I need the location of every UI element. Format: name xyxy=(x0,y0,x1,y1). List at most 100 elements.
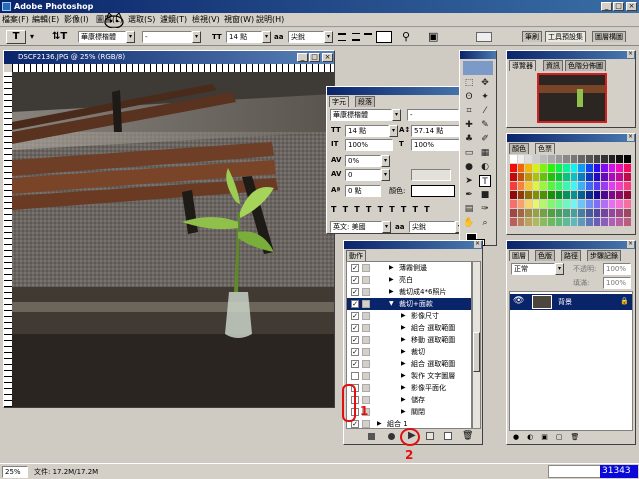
action-check-icon[interactable]: ✓ xyxy=(351,336,359,344)
color-swatch[interactable] xyxy=(555,182,563,190)
color-swatch[interactable] xyxy=(532,218,540,226)
action-modal-toggle[interactable] xyxy=(362,264,370,272)
color-swatch[interactable] xyxy=(608,155,616,163)
action-modal-toggle[interactable] xyxy=(362,324,370,332)
char-font-field[interactable]: 華康標楷體 xyxy=(330,109,392,121)
color-swatch[interactable] xyxy=(555,200,563,208)
tab-channels[interactable]: 色版 xyxy=(535,250,555,261)
color-swatch[interactable] xyxy=(517,218,525,226)
color-swatch[interactable] xyxy=(624,218,631,226)
eraser-tool-icon[interactable]: ▭ xyxy=(463,147,475,159)
color-swatch[interactable] xyxy=(510,182,517,190)
color-swatch[interactable] xyxy=(548,200,555,208)
pen-tool-icon[interactable]: ✒ xyxy=(463,189,475,201)
doc-maximize-button[interactable]: □ xyxy=(309,53,320,62)
font-size-field[interactable]: 14 點 xyxy=(226,31,262,43)
color-swatch[interactable] xyxy=(578,182,585,190)
collapsed-arrow-icon[interactable]: ▶ xyxy=(389,286,394,298)
blend-mode-dropdown[interactable]: ▾ xyxy=(555,263,564,275)
doc-minimize-button[interactable]: _ xyxy=(297,53,308,62)
color-swatch[interactable] xyxy=(563,182,570,190)
color-swatch[interactable] xyxy=(563,155,570,163)
orientation-icon[interactable]: ⇅T xyxy=(52,31,67,42)
align-left-icon[interactable] xyxy=(338,33,346,41)
color-swatch[interactable] xyxy=(593,200,601,208)
color-swatch[interactable] xyxy=(586,218,593,226)
color-swatch[interactable] xyxy=(608,200,616,208)
maximize-button[interactable]: □ xyxy=(613,2,624,11)
color-swatch[interactable] xyxy=(532,209,540,217)
move-tool-icon[interactable]: ✥ xyxy=(479,77,491,89)
clone-stamp-icon[interactable]: ♣ xyxy=(463,133,475,145)
color-swatch[interactable] xyxy=(608,182,616,190)
char-antialias-field[interactable]: 尖銳 xyxy=(409,221,455,233)
action-modal-toggle[interactable] xyxy=(362,372,370,380)
action-row[interactable]: ✓ ▶ 裁切成4*6照片 xyxy=(347,286,471,298)
color-swatch[interactable] xyxy=(578,209,585,217)
tab-brushes[interactable]: 筆刷 xyxy=(522,31,542,42)
path-select-icon[interactable]: ➤ xyxy=(463,175,475,187)
menu-select[interactable]: 選取(S) xyxy=(128,14,155,26)
swatches-close-icon[interactable]: × xyxy=(627,134,634,141)
char-size-field[interactable]: 14 點 xyxy=(345,125,389,137)
tab-paths[interactable]: 路徑 xyxy=(561,250,581,261)
color-swatch[interactable] xyxy=(548,209,555,217)
color-swatch[interactable] xyxy=(616,218,623,226)
color-swatch[interactable] xyxy=(540,173,547,181)
kerning-field[interactable]: 0 xyxy=(345,169,381,181)
trash-icon[interactable]: 🗑 xyxy=(462,431,473,441)
history-brush-icon[interactable]: ✐ xyxy=(479,133,491,145)
color-swatch[interactable] xyxy=(601,218,608,226)
color-swatch[interactable] xyxy=(593,218,601,226)
color-swatch[interactable] xyxy=(563,218,570,226)
color-swatch[interactable] xyxy=(570,209,578,217)
color-swatch[interactable] xyxy=(570,164,578,172)
actions-scrollbar[interactable] xyxy=(472,261,481,429)
action-modal-toggle[interactable] xyxy=(362,384,370,392)
tab-info[interactable]: 資訊 xyxy=(543,60,563,71)
color-swatch[interactable] xyxy=(616,182,623,190)
color-swatch[interactable] xyxy=(563,200,570,208)
hand-tool-icon[interactable]: ✋ xyxy=(463,217,475,229)
action-row[interactable]: ✓ ▼ 裁切+面款 xyxy=(347,298,471,310)
action-check-icon[interactable]: ✓ xyxy=(351,324,359,332)
color-swatch[interactable] xyxy=(586,164,593,172)
action-row[interactable]: ✓ ▶ 組合 選取範圍 xyxy=(347,358,471,370)
color-swatch[interactable] xyxy=(555,155,563,163)
color-swatch[interactable] xyxy=(616,191,623,199)
photo-canvas[interactable] xyxy=(12,72,334,407)
collapsed-arrow-icon[interactable]: ▶ xyxy=(389,274,394,286)
antialias-field[interactable]: 尖銳 xyxy=(288,31,324,43)
color-swatch[interactable] xyxy=(548,164,555,172)
action-check-icon[interactable] xyxy=(351,372,359,380)
color-swatch[interactable] xyxy=(586,182,593,190)
notes-tool-icon[interactable]: ▤ xyxy=(463,203,475,215)
color-swatch[interactable] xyxy=(548,218,555,226)
color-swatch[interactable] xyxy=(616,200,623,208)
tool-dropdown-icon[interactable]: ▾ xyxy=(30,32,34,41)
tab-layer-comps[interactable]: 圖層構圖 xyxy=(592,31,626,42)
collapsed-arrow-icon[interactable]: ▶ xyxy=(377,418,382,428)
tab-layers[interactable]: 圖層 xyxy=(509,250,529,261)
baseline-field[interactable]: 0 點 xyxy=(345,185,381,197)
navigator-close-icon[interactable]: × xyxy=(627,51,634,58)
align-right-icon[interactable] xyxy=(364,33,372,41)
color-swatch[interactable] xyxy=(555,209,563,217)
menu-window[interactable]: 視窗(W) xyxy=(224,14,254,26)
menu-file[interactable]: 檔案(F) xyxy=(2,14,29,26)
shape-tool-icon[interactable]: ■ xyxy=(479,189,491,201)
color-swatch[interactable] xyxy=(570,191,578,199)
font-style-dropdown[interactable]: ▾ xyxy=(192,31,201,43)
char-size-dropdown[interactable]: ▾ xyxy=(389,125,398,137)
action-check-icon[interactable]: ✓ xyxy=(351,312,359,320)
action-row[interactable]: ✓ ▶ 組合 選取範圍 xyxy=(347,322,471,334)
action-check-icon[interactable]: ✓ xyxy=(351,360,359,368)
action-row[interactable]: ✓ ▶ 裁切 xyxy=(347,346,471,358)
color-swatch[interactable] xyxy=(540,155,547,163)
action-check-icon[interactable]: ✓ xyxy=(351,276,359,284)
action-modal-toggle[interactable] xyxy=(362,288,370,296)
new-action-icon[interactable] xyxy=(444,432,452,440)
color-swatch[interactable] xyxy=(517,182,525,190)
color-swatch[interactable] xyxy=(593,182,601,190)
color-swatch[interactable] xyxy=(624,209,631,217)
